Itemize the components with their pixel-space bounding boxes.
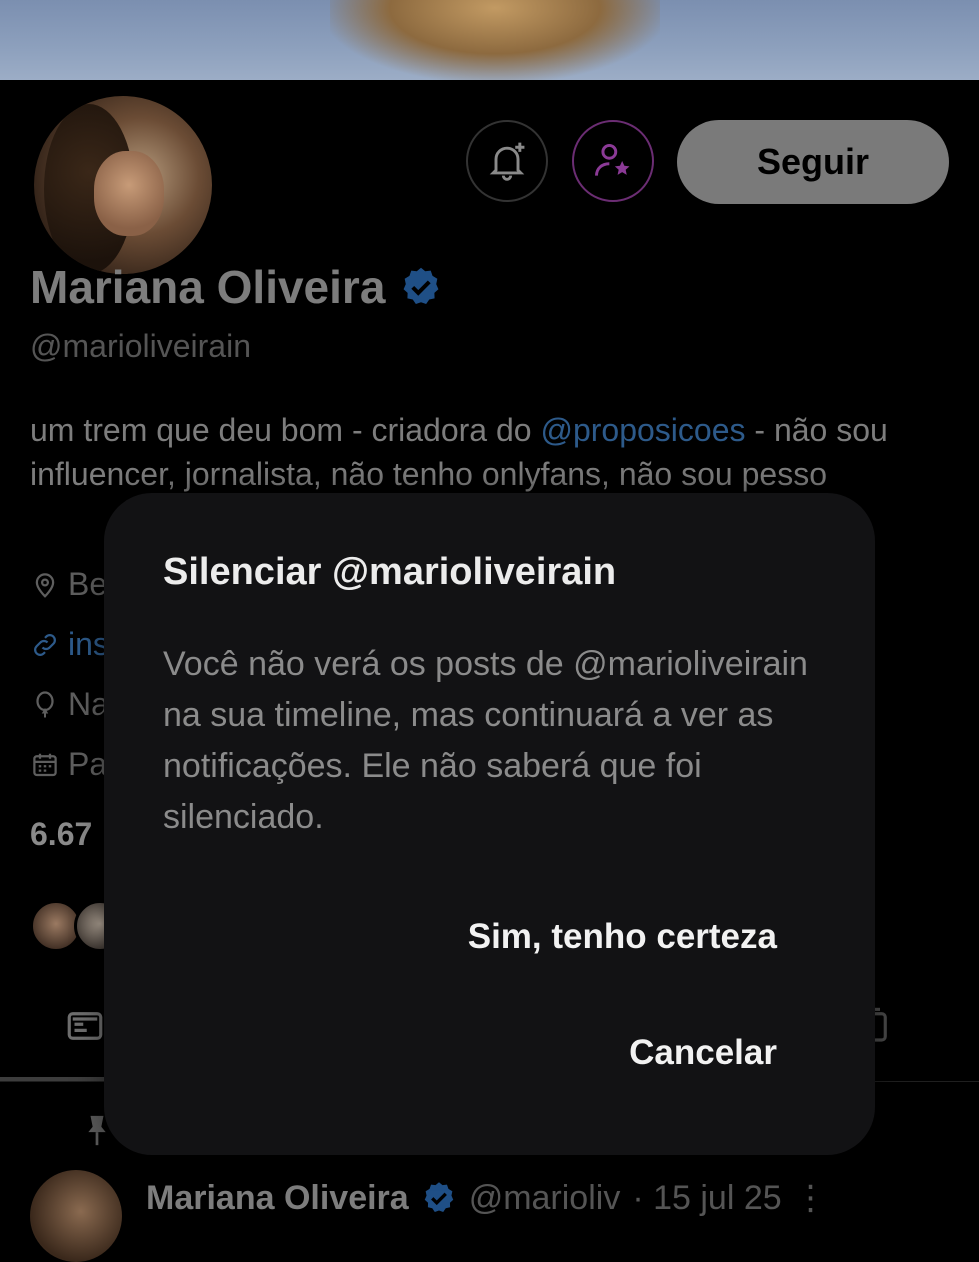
mute-dialog: Silenciar @marioliveirain Você não verá …: [104, 493, 875, 1155]
dialog-title: Silenciar @marioliveirain: [163, 551, 617, 593]
cancel-button[interactable]: Cancelar: [629, 1033, 777, 1073]
confirm-mute-button[interactable]: Sim, tenho certeza: [468, 917, 777, 957]
dialog-body: Você não verá os posts de @marioliveirai…: [163, 645, 808, 836]
